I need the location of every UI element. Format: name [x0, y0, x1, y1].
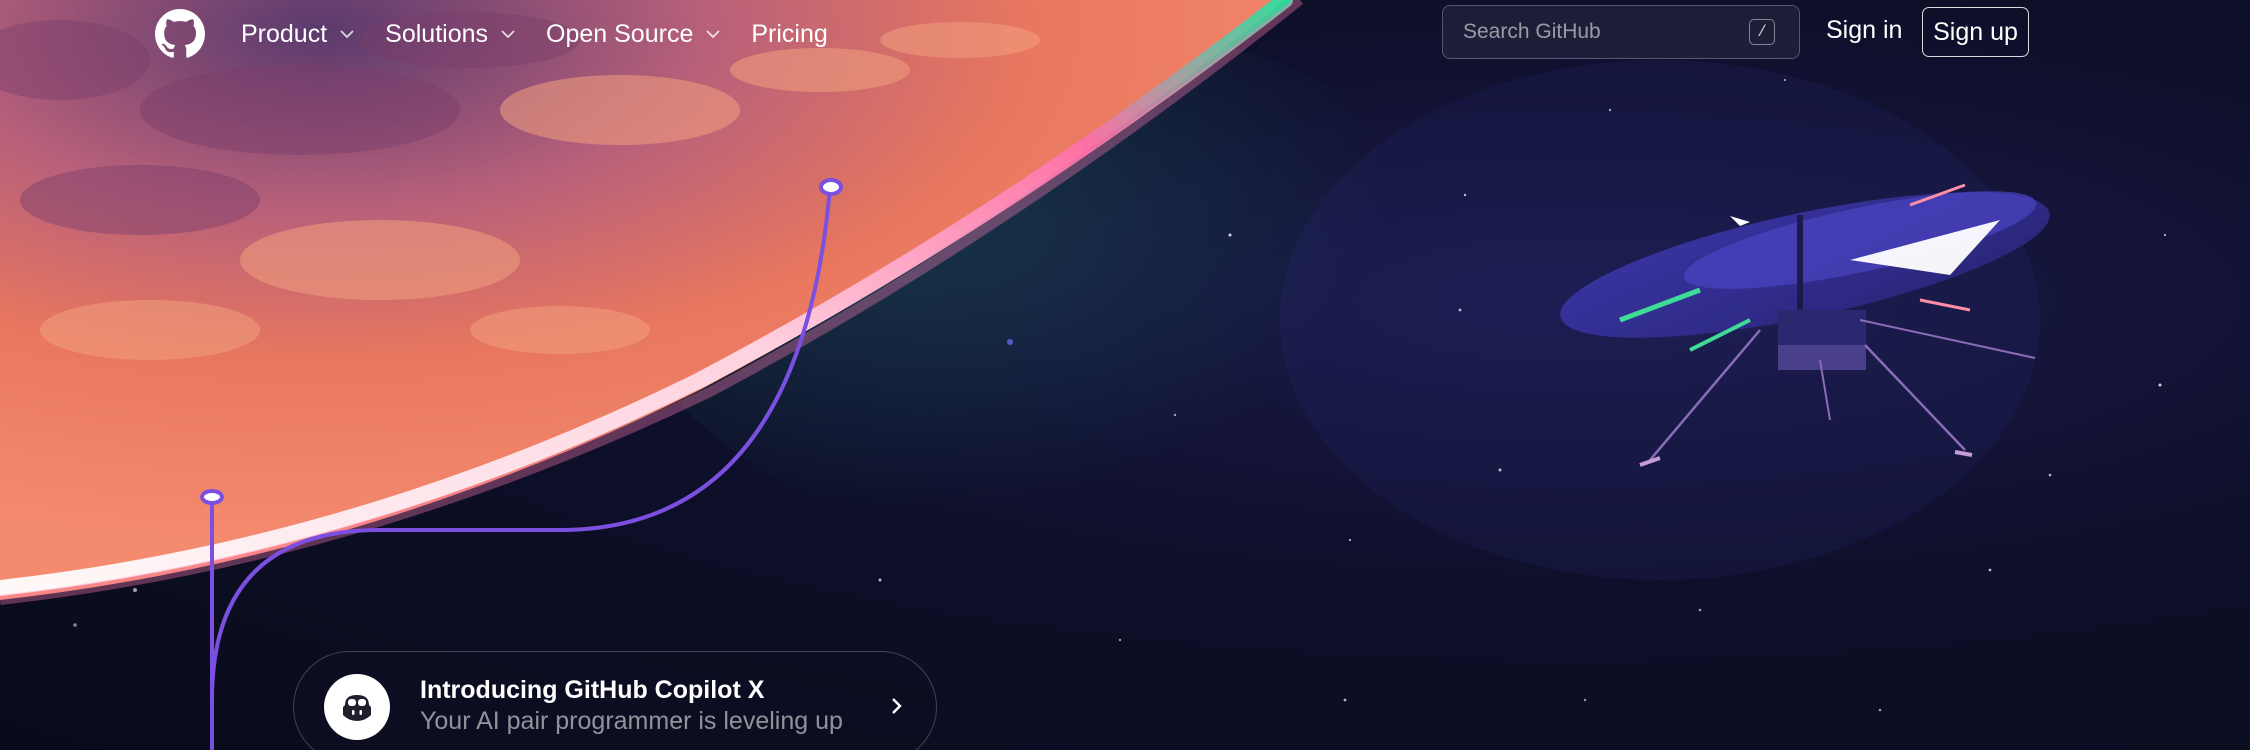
nav-item-label: Product — [241, 19, 328, 48]
nav-item-product[interactable]: Product — [241, 20, 355, 49]
sign-up-button[interactable]: Sign up — [1922, 7, 2029, 57]
nav-item-label: Solutions — [385, 19, 489, 48]
search-input[interactable] — [1461, 19, 1745, 45]
site-header: Product Solutions Open Source Pricing / … — [0, 0, 2250, 68]
chevron-down-icon — [501, 30, 515, 39]
space-illustration — [0, 0, 2167, 750]
github-octocat-icon[interactable] — [155, 9, 205, 59]
nav-item-label: Pricing — [751, 19, 828, 48]
announcement-subtitle: Your AI pair programmer is leveling up — [420, 707, 843, 735]
search-shortcut-key: / — [1749, 19, 1775, 45]
nav-item-label: Open Source — [546, 19, 694, 48]
chevron-right-icon — [892, 698, 902, 714]
hero-stage: Product Solutions Open Source Pricing / … — [0, 0, 2250, 750]
copilot-announcement-link[interactable]: Introducing GitHub Copilot X Your AI pai… — [293, 651, 937, 750]
copilot-icon — [324, 674, 390, 740]
nav-item-pricing[interactable]: Pricing — [751, 20, 827, 49]
nav-item-open-source[interactable]: Open Source — [546, 20, 721, 49]
chevron-down-icon — [340, 30, 354, 39]
sign-in-link[interactable]: Sign in — [1826, 16, 1902, 45]
announcement-title: Introducing GitHub Copilot X — [420, 676, 765, 704]
search-box[interactable]: / — [1442, 5, 1800, 59]
main-nav: Product Solutions Open Source Pricing — [241, 16, 858, 52]
chevron-down-icon — [706, 30, 720, 39]
nav-item-solutions[interactable]: Solutions — [385, 20, 516, 49]
